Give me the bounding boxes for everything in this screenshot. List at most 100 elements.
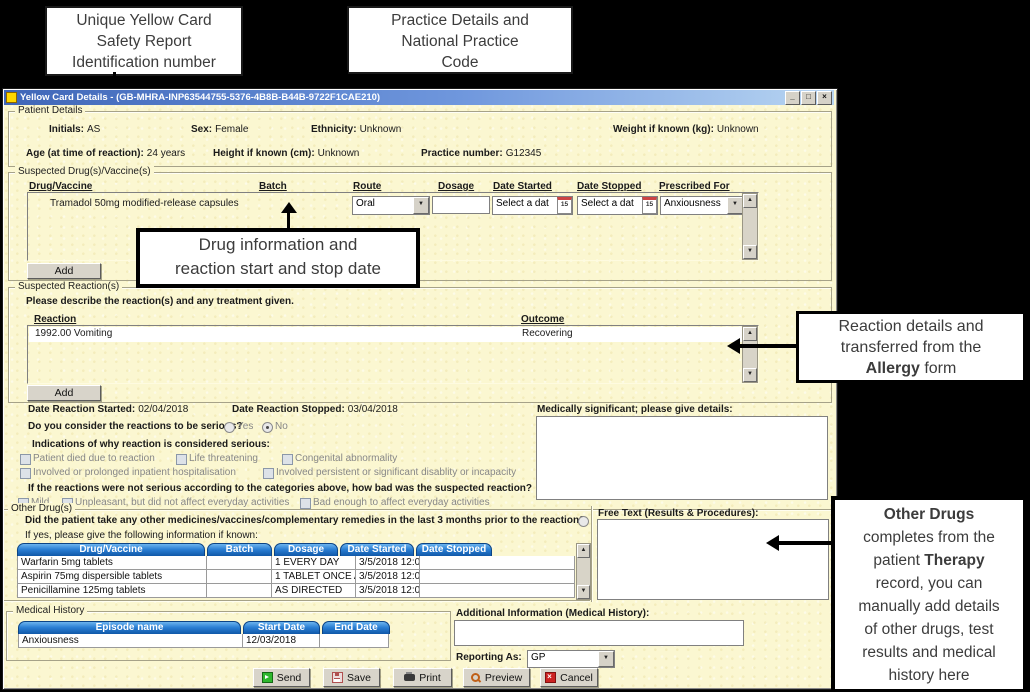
checkbox-life-threatening[interactable] [176,454,187,465]
window-titlebar[interactable]: Yellow Card Details - (GB-MHRA-INP635447… [4,90,834,105]
cell-batch [207,584,272,598]
checkbox-congenital-abnormality[interactable] [282,454,293,465]
table-row[interactable]: Penicillamine 125mg tablets AS DIRECTED … [17,584,575,598]
cell-drug: Warfarin 5mg tablets [17,556,207,570]
callout-bold: Therapy [924,552,984,569]
col-header-outcome: Outcome [521,314,564,325]
checkbox-bad-enough[interactable] [300,498,311,509]
scroll-up-icon[interactable]: ▲ [577,544,590,558]
save-button[interactable]: Save [323,668,380,687]
table-row[interactable]: Aspirin 75mg dispersible tablets 1 TABLE… [17,570,575,584]
weight-value: Unknown [717,124,759,135]
col-header-prescribed-for: Prescribed For [659,181,730,192]
reaction-value: 1992.00 Vomiting [35,328,112,339]
prescribed-for-dropdown[interactable]: Anxiousness ▼ [660,196,744,215]
other-drugs-legend: Other Drug(s) [8,503,75,514]
other-drugs-yes-radio[interactable] [578,516,589,527]
checkbox-congenital-abnormality-label: Congenital abnormality [295,453,397,464]
table-row[interactable]: Anxiousness 12/03/2018 [18,634,418,648]
print-button[interactable]: Print [393,668,452,687]
table-header-episode: Episode name [18,621,241,634]
callout-bold: Allergy [866,360,920,377]
add-reaction-button[interactable]: Add [27,385,101,401]
free-text-textarea[interactable] [597,519,829,600]
date-started-picker[interactable]: Select a dat 15 [492,196,573,215]
suspected-drugs-section: Suspected Drug(s)/Vaccine(s) Drug/Vaccin… [8,172,832,281]
callout-line: National Practice [349,31,571,52]
minimize-button[interactable]: _ [785,91,800,105]
print-label: Print [419,672,441,684]
cancel-label: Cancel [560,672,593,684]
preview-button[interactable]: Preview [463,668,530,687]
height-label: Height if known (cm): [213,148,315,159]
patient-details-section: Patient Details Initials:AS Sex:Female E… [8,111,832,167]
reaction-callout-line [738,344,798,348]
callout-report-id: Unique Yellow Card Safety Report Identif… [45,6,243,76]
height-value: Unknown [318,148,360,159]
other-drugs-table[interactable]: Drug/Vaccine Batch Dosage Date Started D… [17,543,575,598]
scroll-down-icon[interactable]: ▼ [743,245,757,259]
initials-label: Initials: [49,124,84,135]
reaction-row[interactable]: 1992.00 Vomiting Recovering [29,327,743,342]
col-header-reaction: Reaction [34,314,76,325]
not-serious-question: If the reactions were not serious accord… [28,483,532,494]
checkbox-hospitalisation[interactable] [20,468,31,479]
prescribed-for-value: Anxiousness [661,197,727,214]
route-dropdown[interactable]: Oral ▼ [352,196,430,215]
serious-yes-radio[interactable] [224,422,235,433]
chevron-down-icon[interactable]: ▼ [598,651,614,667]
add-drug-button[interactable]: Add [27,263,101,279]
callout-line: Practice Details and [349,10,571,31]
close-button[interactable]: × [817,91,832,105]
scroll-up-icon[interactable]: ▲ [743,327,757,341]
checkbox-disability[interactable] [263,468,274,479]
checkbox-hospitalisation-label: Involved or prolonged inpatient hospital… [33,467,236,478]
add-reaction-label: Add [55,387,74,399]
reaction-list-scrollbar[interactable]: ▲ ▼ [742,326,758,383]
drug-list-scrollbar[interactable]: ▲ ▼ [742,193,758,260]
reaction-list-box[interactable]: 1992.00 Vomiting Recovering ▲ ▼ [27,325,759,384]
cell-date-stopped [420,584,575,598]
drug-info-connector-line [287,211,290,229]
scroll-down-icon[interactable]: ▼ [577,585,590,599]
medically-significant-textarea[interactable] [536,416,828,500]
serious-no-radio[interactable] [262,422,273,433]
send-button[interactable]: Send [253,668,310,687]
screenshot-stage: Unique Yellow Card Safety Report Identif… [0,0,1030,692]
date-started-placeholder: Select a dat [493,197,557,214]
suspected-drugs-legend: Suspected Drug(s)/Vaccine(s) [15,166,154,177]
medically-significant-label: Medically significant; please give detai… [537,404,733,415]
additional-info-input[interactable] [454,620,744,646]
age-label: Age (at time of reaction): [26,148,144,159]
outcome-value: Recovering [522,328,573,339]
table-row[interactable]: Warfarin 5mg tablets 1 EVERY DAY 3/5/201… [17,556,575,570]
calendar-icon[interactable]: 15 [642,197,657,214]
reporting-as-dropdown[interactable]: GP ▼ [527,650,615,668]
date-stopped-picker[interactable]: Select a dat 15 [577,196,658,215]
checkbox-patient-died[interactable] [20,454,31,465]
checkbox-life-threatening-label: Life threatening [189,453,258,464]
patient-details-legend: Patient Details [15,105,85,116]
cell-dosage: 1 TABLET ONCE A [272,570,356,584]
suspected-reactions-section: Suspected Reaction(s) Please describe th… [8,287,832,403]
calendar-icon[interactable]: 15 [557,197,572,214]
cell-start-date: 12/03/2018 [243,634,320,648]
chevron-down-icon[interactable]: ▼ [413,197,429,214]
medical-history-table[interactable]: Episode name Start Date End Date Anxious… [18,621,418,648]
cancel-button[interactable]: × Cancel [540,668,598,687]
cell-batch [207,556,272,570]
medical-history-legend: Medical History [13,605,87,616]
other-drugs-scrollbar[interactable]: ▲ ▼ [576,543,591,600]
col-header-dosage: Dosage [438,181,474,192]
scroll-down-icon[interactable]: ▼ [743,368,757,382]
callout-line: Drug information and [140,233,416,257]
dosage-input[interactable] [432,196,490,214]
cell-dosage: AS DIRECTED [272,584,356,598]
col-header-drug-vaccine: Drug/Vaccine [29,181,92,192]
scroll-up-icon[interactable]: ▲ [743,194,757,208]
drug-row-name[interactable]: Tramadol 50mg modified-release capsules [50,198,239,209]
send-icon [262,672,273,683]
reactions-instruction: Please describe the reaction(s) and any … [26,296,294,307]
maximize-button[interactable]: □ [801,91,816,105]
chevron-down-icon[interactable]: ▼ [727,197,743,214]
